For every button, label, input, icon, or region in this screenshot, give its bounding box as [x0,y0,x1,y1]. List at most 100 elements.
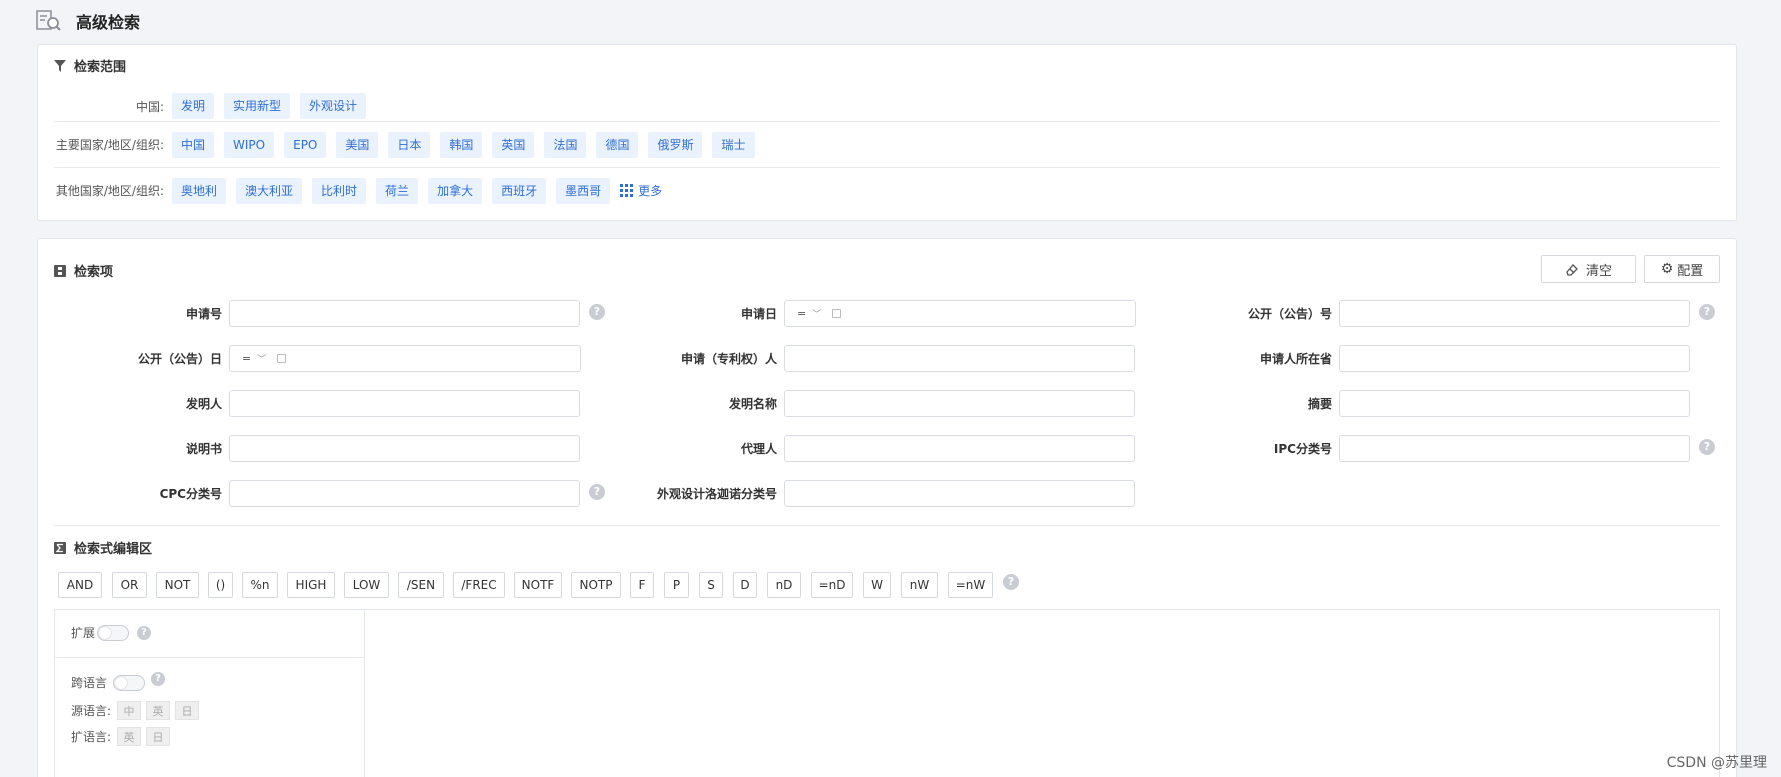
help-icon[interactable]: ? [1699,439,1715,455]
agent-input[interactable] [784,435,1135,462]
application-number-input[interactable] [229,300,580,327]
operator-button-eq-nw[interactable]: =nW [948,572,993,598]
scope-row-label: 其他国家/地区/组织: [55,184,164,198]
scope-tag-gb[interactable]: 英国 [492,131,535,158]
scope-tag-mx[interactable]: 墨西哥 [556,177,611,204]
help-icon[interactable]: ? [1699,304,1715,320]
calendar-icon [277,354,286,363]
scope-tag-kr[interactable]: 韩国 [440,131,483,158]
scope-tag-be[interactable]: 比利时 [312,177,367,204]
source-lang-zh[interactable]: 中 [117,701,142,720]
gear-icon: ⚙ [1660,261,1674,277]
operator-button-and[interactable]: AND [58,572,102,598]
publication-number-label: 公开（公告）号 [1247,307,1332,321]
scope-tag-ch[interactable]: 瑞士 [712,131,755,158]
invention-title-input[interactable] [784,390,1135,417]
expand-language-row: 扩语言: 英 日 [71,727,175,746]
operator-button-d[interactable]: D [733,572,757,598]
inventor-input[interactable] [229,390,580,417]
scope-tag-invention[interactable]: 发明 [172,93,215,119]
operator-button-w[interactable]: W [863,572,891,598]
expand-toggle[interactable] [97,624,130,641]
scope-tag-design[interactable]: 外观设计 [300,93,367,119]
operator-button-nd[interactable]: nD [767,572,801,598]
filter-icon [54,59,66,72]
search-scope-card: 检索范围 中国: 发明 实用新型 外观设计 主要国家/地区/组织: 中国 WIP… [37,44,1737,221]
help-icon[interactable]: ? [137,625,152,640]
scope-tag-at[interactable]: 奥地利 [172,177,227,204]
locarno-class-input[interactable] [784,480,1135,507]
operator-button-f[interactable]: F [630,572,654,598]
application-number-label: 申请号 [185,307,222,321]
publication-date-input[interactable]: = ﹀ [229,345,581,372]
operator-button-sen[interactable]: /SEN [398,572,444,598]
cpc-class-label: CPC分类号 [159,487,222,501]
applicant-province-label: 申请人所在省 [1259,352,1332,366]
scope-section-title: 检索范围 [54,56,126,75]
config-button[interactable]: ⚙ 配置 [1644,255,1720,283]
expand-option: 扩展 ? [71,624,152,641]
more-countries-link[interactable]: 更多 [620,182,662,199]
expand-lang-ja[interactable]: 日 [146,727,171,746]
application-date-input[interactable]: = ﹀ [784,300,1136,327]
clear-button[interactable]: 清空 [1541,255,1636,283]
operator-button-high[interactable]: HIGH [287,572,335,598]
invention-title-label: 发明名称 [728,397,777,411]
expand-lang-en[interactable]: 英 [117,727,142,746]
help-icon[interactable]: ? [1003,574,1019,590]
scope-tag-ca[interactable]: 加拿大 [428,177,483,204]
editor-section-title: 检索式编辑区 [54,538,152,557]
scope-tag-utility-model[interactable]: 实用新型 [224,93,291,119]
scope-tag-us[interactable]: 美国 [336,131,379,158]
operator-button-s[interactable]: S [699,572,723,598]
applicant-province-input[interactable] [1339,345,1690,372]
help-icon[interactable]: ? [151,671,166,686]
ipc-class-input[interactable] [1339,435,1690,462]
cpc-class-input[interactable] [229,480,580,507]
scope-tag-jp[interactable]: 日本 [388,131,431,158]
operator-button-notf[interactable]: NOTF [514,572,562,598]
description-input[interactable] [229,435,580,462]
applicant-input[interactable] [784,345,1135,372]
date-operator-select[interactable]: = ﹀ [797,307,821,320]
date-operator-select[interactable]: = ﹀ [242,352,266,365]
editor-options-panel: 扩展 ? 跨语言 ? 源语言: 中 英 日 扩语言: 英 日 [54,609,364,777]
scope-tag-nl[interactable]: 荷兰 [376,177,419,204]
scope-tag-cn[interactable]: 中国 [172,131,215,158]
calendar-icon [832,309,841,318]
operator-button-pct-n[interactable]: %n [242,572,278,598]
scope-tag-wipo[interactable]: WIPO [224,131,275,158]
search-expression-editor[interactable] [364,609,1720,777]
abstract-input[interactable] [1339,390,1690,417]
operator-button-or[interactable]: OR [112,572,147,598]
operator-button-p[interactable]: P [664,572,689,598]
ipc-class-label: IPC分类号 [1273,442,1332,456]
operator-button-eq-nd[interactable]: =nD [811,572,853,598]
scope-row-label: 主要国家/地区/组织: [55,138,164,152]
watermark: CSDN @苏里理 [1666,755,1767,771]
scope-tag-de[interactable]: 德国 [596,131,639,158]
publication-number-input[interactable] [1339,300,1690,327]
cross-language-toggle[interactable] [113,674,146,691]
operator-button-notp[interactable]: NOTP [571,572,621,598]
panel-divider [55,657,364,658]
eraser-icon [1565,263,1578,276]
operator-button-low[interactable]: LOW [344,572,389,598]
scope-row-other-countries: 其他国家/地区/组织: 奥地利 澳大利亚 比利时 荷兰 加拿大 西班牙 墨西哥 … [54,167,1720,213]
scope-tag-ru[interactable]: 俄罗斯 [648,131,703,158]
source-lang-ja[interactable]: 日 [175,701,200,720]
operator-button-nw[interactable]: nW [901,572,938,598]
agent-label: 代理人 [740,442,777,456]
abstract-label: 摘要 [1307,397,1332,411]
operator-button-frec[interactable]: /FREC [453,572,505,598]
operator-button-not[interactable]: NOT [156,572,199,598]
scope-tag-fr[interactable]: 法国 [544,131,587,158]
scope-tag-es[interactable]: 西班牙 [492,177,547,204]
locarno-class-label: 外观设计洛迦诺分类号 [656,487,777,501]
source-language-row: 源语言: 中 英 日 [71,701,204,720]
operator-button-parens[interactable]: () [208,572,233,598]
chevron-down-icon: ﹀ [812,310,822,320]
scope-tag-epo[interactable]: EPO [284,131,327,158]
scope-tag-au[interactable]: 澳大利亚 [236,177,303,204]
source-lang-en[interactable]: 英 [146,701,171,720]
